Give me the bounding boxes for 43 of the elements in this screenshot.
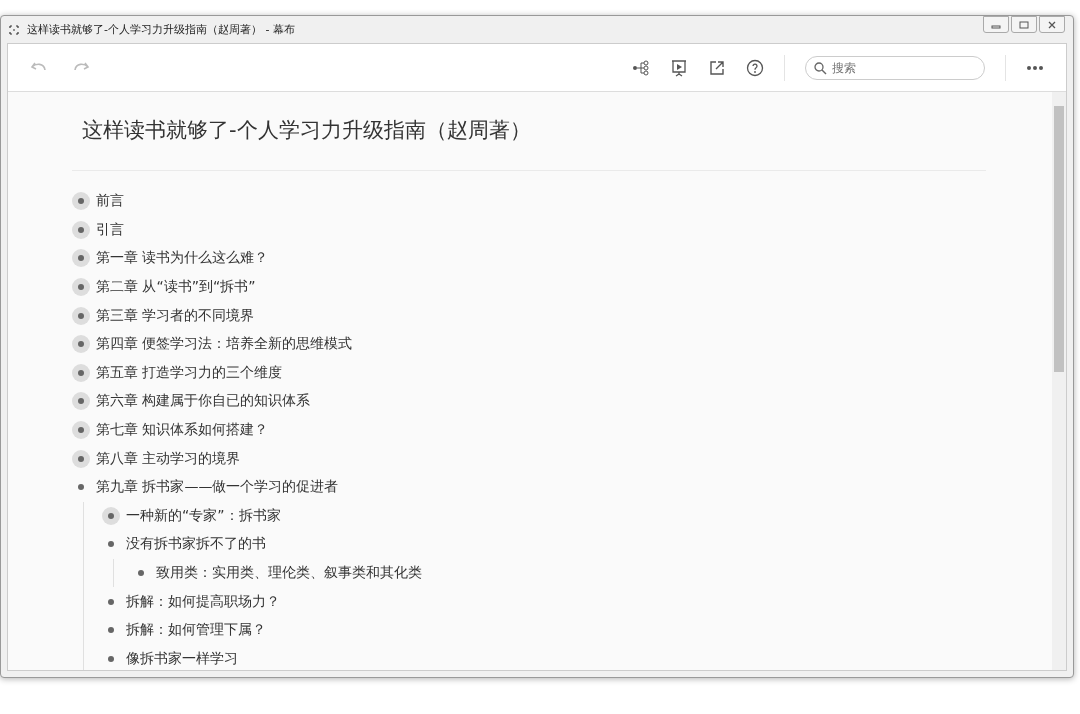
outline-item: 前言 bbox=[96, 192, 124, 211]
outline-item: 像拆书家一样学习 bbox=[126, 649, 238, 668]
outline-item: 拆解：如何提高职场力？ bbox=[126, 592, 280, 611]
window-title: 这样读书就够了-个人学习力升级指南（赵周著） - 幕布 bbox=[27, 22, 295, 37]
bullet-icon[interactable] bbox=[72, 278, 90, 297]
outline-item: 第五章 打造学习力的三个维度 bbox=[96, 363, 283, 382]
export-icon[interactable] bbox=[708, 58, 726, 77]
bullet-icon[interactable] bbox=[72, 449, 90, 468]
scrollbar-thumb[interactable] bbox=[1054, 106, 1064, 372]
close-button[interactable] bbox=[1039, 16, 1065, 33]
outline-item: 第九章 拆书家——做一个学习的促进者 bbox=[96, 478, 339, 497]
scrollbar[interactable] bbox=[1052, 92, 1066, 670]
outline-item: 第三章 学习者的不同境界 bbox=[96, 306, 255, 325]
bullet-icon[interactable] bbox=[72, 363, 90, 382]
bullet-icon[interactable] bbox=[72, 306, 90, 325]
presentation-icon[interactable] bbox=[670, 58, 688, 77]
outline-item: 第八章 主动学习的境界 bbox=[96, 449, 241, 468]
outline-item: 第二章 从“读书”到“拆书” bbox=[96, 278, 256, 297]
outline-item: 引言 bbox=[96, 220, 124, 239]
bullet-icon[interactable] bbox=[72, 335, 90, 354]
outline-item: 第四章 便签学习法：培养全新的思维模式 bbox=[96, 335, 353, 354]
bullet-icon[interactable] bbox=[72, 249, 90, 268]
help-icon[interactable] bbox=[746, 58, 764, 77]
more-icon[interactable] bbox=[1026, 64, 1044, 71]
search-icon bbox=[814, 61, 827, 75]
outline-item: 第一章 读书为什么这么难？ bbox=[96, 249, 269, 268]
bullet-icon[interactable] bbox=[72, 392, 90, 411]
app-icon bbox=[9, 24, 19, 35]
maximize-icon bbox=[1019, 20, 1029, 29]
search-field[interactable]: 搜索 bbox=[805, 55, 985, 80]
outline-item: 拆解：如何管理下属？ bbox=[126, 621, 266, 640]
outline-item: 第七章 知识体系如何搭建？ bbox=[96, 421, 269, 440]
outline-item: 第六章 构建属于你自已的知识体系 bbox=[96, 392, 311, 411]
bullet-icon[interactable] bbox=[72, 421, 90, 440]
outline-item: 没有拆书家拆不了的书 bbox=[126, 535, 266, 554]
outline-item: 致用类：实用类、理伦类、叙事类和其化类 bbox=[156, 564, 422, 582]
document-title: 这样读书就够了-个人学习力升级指南（赵周著） bbox=[82, 117, 532, 144]
mind-map-icon[interactable] bbox=[632, 58, 650, 77]
close-icon bbox=[1047, 20, 1057, 29]
bullet-icon[interactable] bbox=[102, 506, 120, 525]
outline-item: 一种新的“专家”：拆书家 bbox=[126, 506, 281, 525]
bullet-icon[interactable] bbox=[72, 192, 90, 211]
bullet-icon[interactable] bbox=[72, 220, 90, 239]
